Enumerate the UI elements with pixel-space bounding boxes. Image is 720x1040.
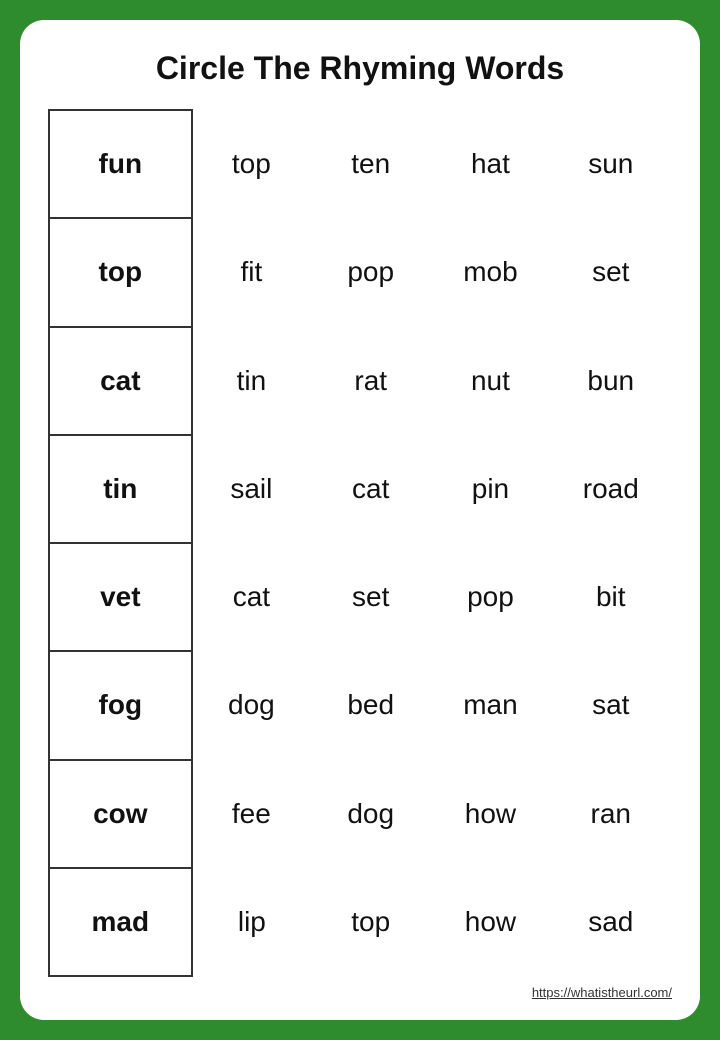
option-cell-3-1: cat	[311, 435, 430, 543]
keyword-cell-6: cow	[49, 760, 192, 868]
option-cell-2-2: nut	[430, 327, 550, 435]
table-row: funtoptenhatsun	[49, 110, 671, 218]
option-cell-4-1: set	[311, 543, 430, 651]
option-cell-5-2: man	[430, 651, 550, 759]
keyword-cell-4: vet	[49, 543, 192, 651]
option-cell-7-1: top	[311, 868, 430, 976]
table-row: madliptophowsad	[49, 868, 671, 976]
option-cell-6-2: how	[430, 760, 550, 868]
option-cell-4-3: bit	[551, 543, 671, 651]
option-cell-3-3: road	[551, 435, 671, 543]
option-cell-7-3: sad	[551, 868, 671, 976]
keyword-cell-1: top	[49, 218, 192, 326]
option-cell-6-1: dog	[311, 760, 430, 868]
option-cell-4-0: cat	[192, 543, 311, 651]
option-cell-2-1: rat	[311, 327, 430, 435]
table-row: tinsailcatpinroad	[49, 435, 671, 543]
option-cell-0-1: ten	[311, 110, 430, 218]
option-cell-0-2: hat	[430, 110, 550, 218]
option-cell-3-2: pin	[430, 435, 550, 543]
keyword-cell-3: tin	[49, 435, 192, 543]
page-title: Circle The Rhyming Words	[48, 50, 672, 87]
option-cell-1-2: mob	[430, 218, 550, 326]
table-row: fogdogbedmansat	[49, 651, 671, 759]
option-cell-5-3: sat	[551, 651, 671, 759]
option-cell-2-0: tin	[192, 327, 311, 435]
table-row: cowfeedoghowran	[49, 760, 671, 868]
table-row: vetcatsetpopbit	[49, 543, 671, 651]
footer-url: https://whatistheurl.com/	[48, 985, 672, 1000]
option-cell-0-0: top	[192, 110, 311, 218]
worksheet-card: Circle The Rhyming Words funtoptenhatsun…	[20, 20, 700, 1020]
option-cell-7-2: how	[430, 868, 550, 976]
option-cell-1-1: pop	[311, 218, 430, 326]
option-cell-2-3: bun	[551, 327, 671, 435]
option-cell-6-3: ran	[551, 760, 671, 868]
keyword-cell-7: mad	[49, 868, 192, 976]
keyword-cell-5: fog	[49, 651, 192, 759]
option-cell-1-0: fit	[192, 218, 311, 326]
option-cell-0-3: sun	[551, 110, 671, 218]
option-cell-5-1: bed	[311, 651, 430, 759]
option-cell-1-3: set	[551, 218, 671, 326]
table-row: topfitpopmobset	[49, 218, 671, 326]
keyword-cell-0: fun	[49, 110, 192, 218]
keyword-cell-2: cat	[49, 327, 192, 435]
option-cell-7-0: lip	[192, 868, 311, 976]
rhyming-table: funtoptenhatsuntopfitpopmobsetcattinratn…	[48, 109, 672, 977]
option-cell-6-0: fee	[192, 760, 311, 868]
table-row: cattinratnutbun	[49, 327, 671, 435]
option-cell-3-0: sail	[192, 435, 311, 543]
option-cell-5-0: dog	[192, 651, 311, 759]
option-cell-4-2: pop	[430, 543, 550, 651]
